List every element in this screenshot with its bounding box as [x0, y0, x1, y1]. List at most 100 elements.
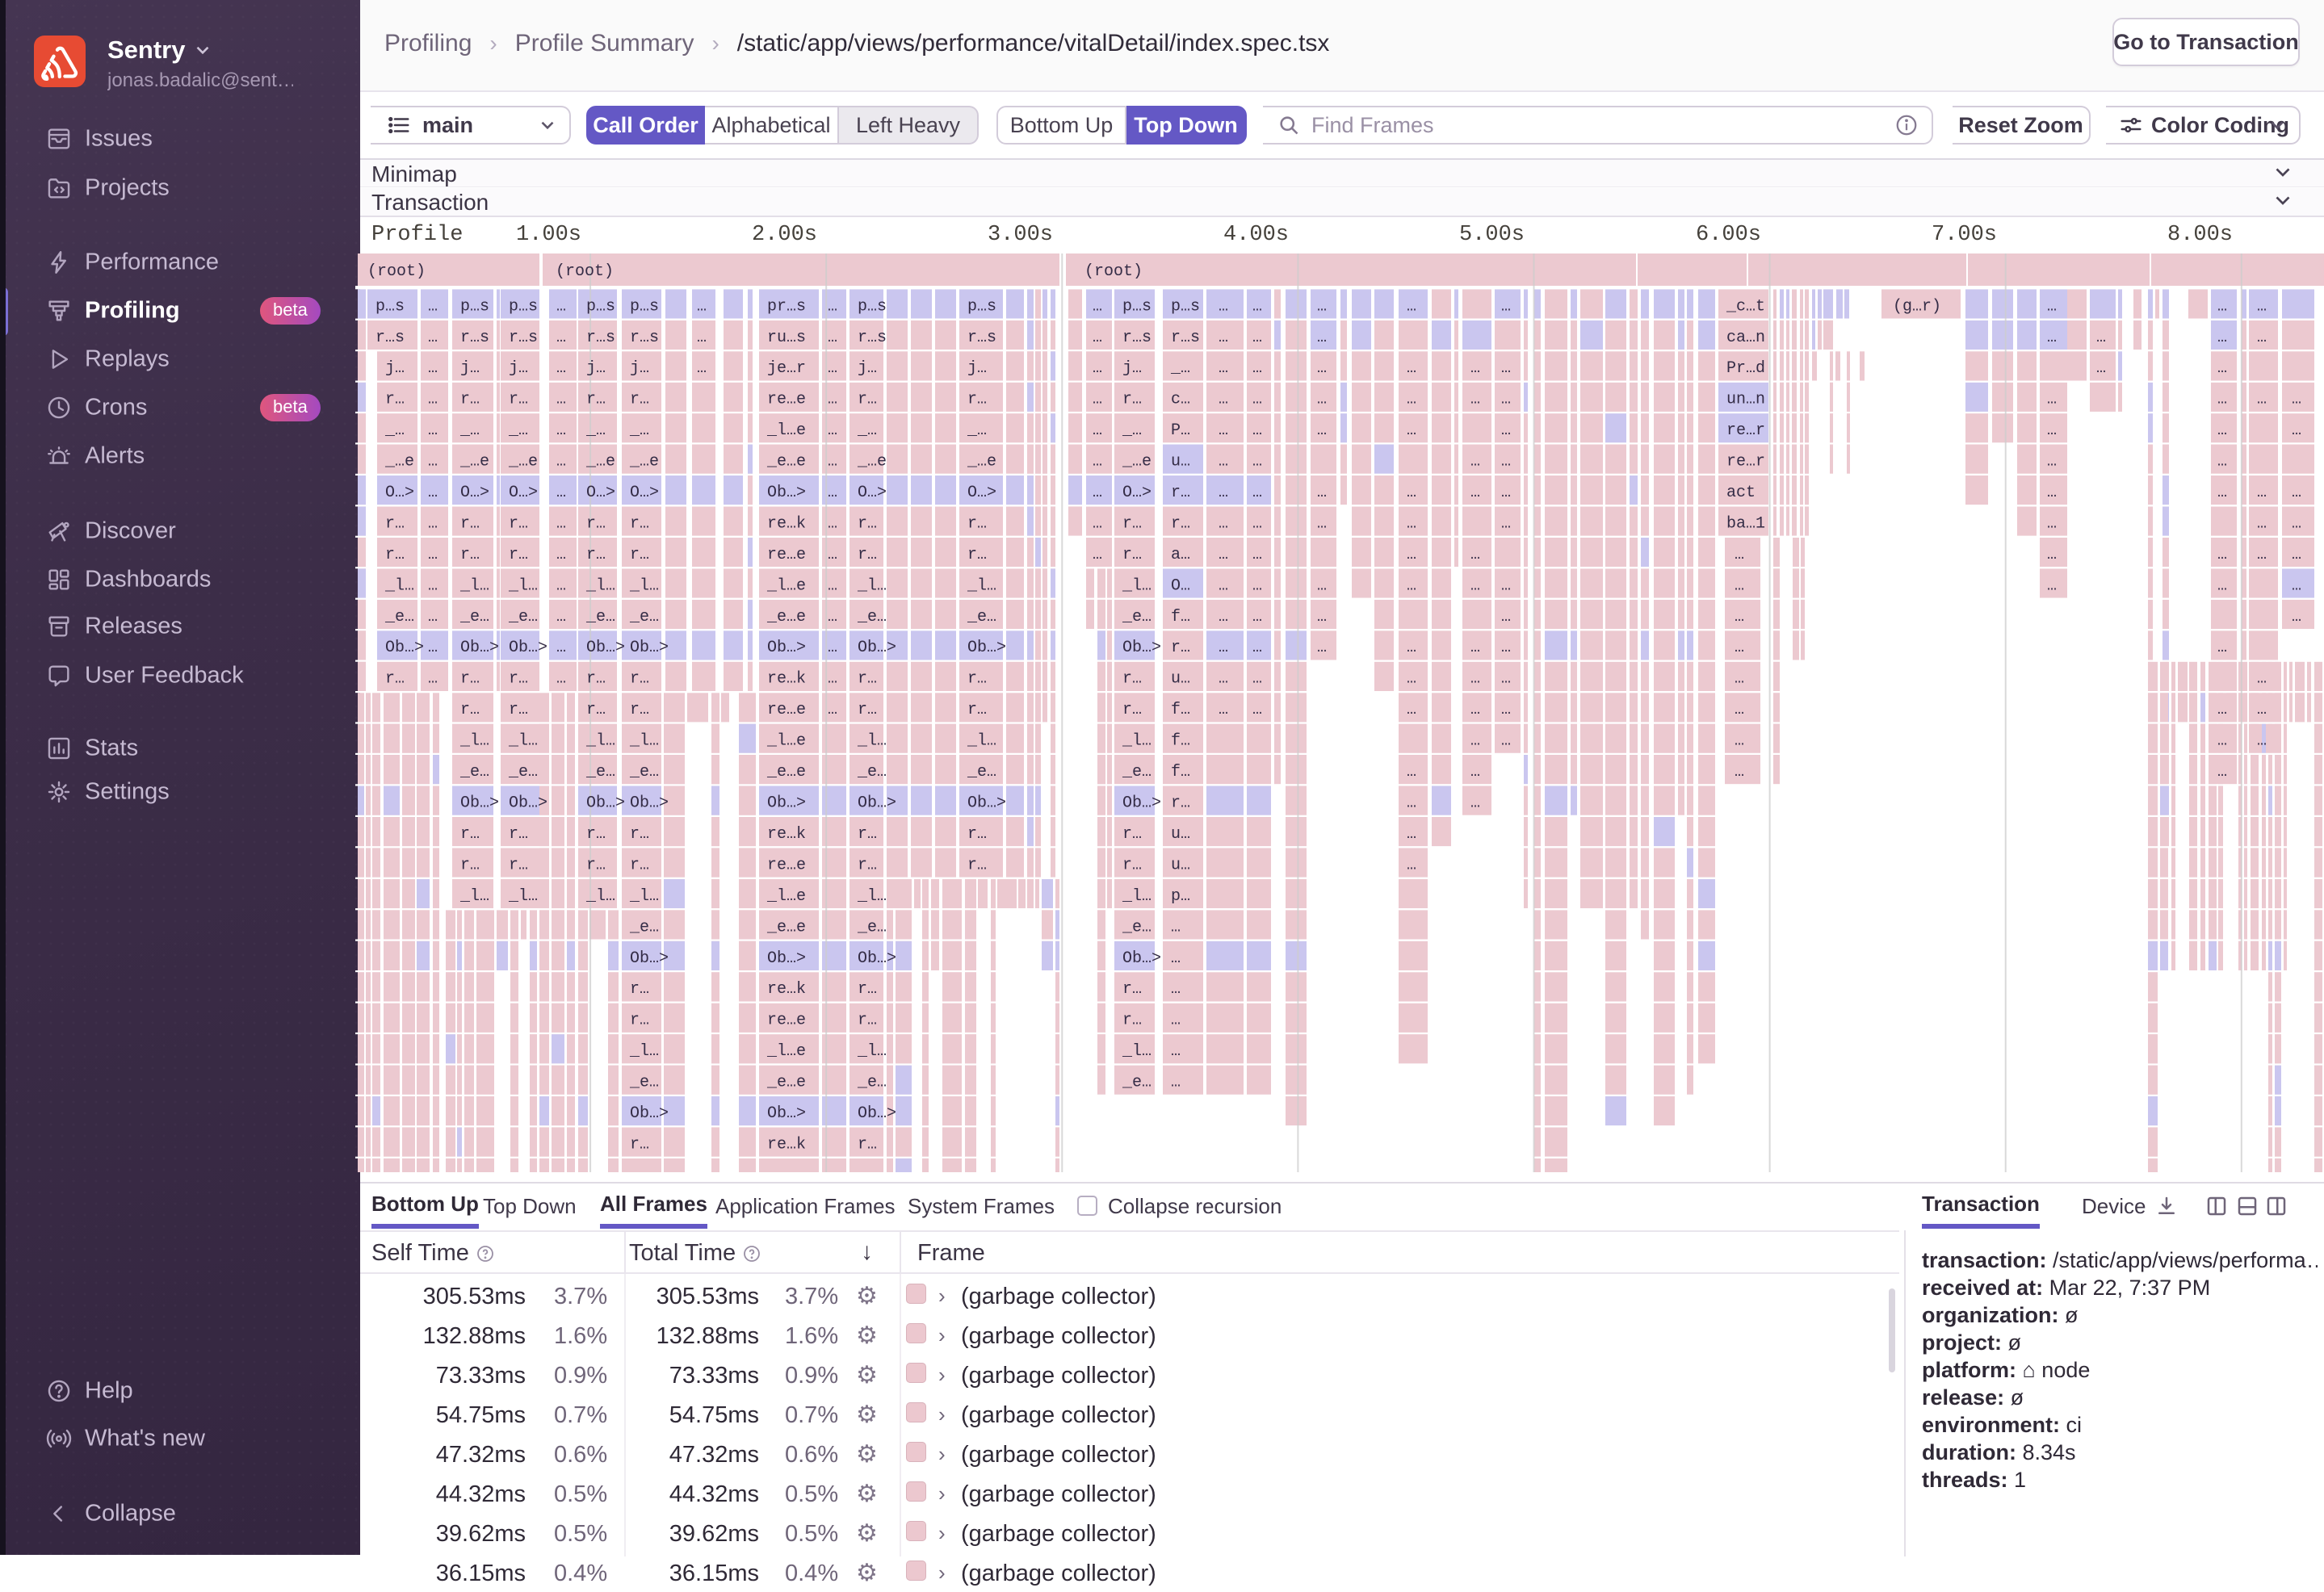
- svg-text:un…n: un…n: [1726, 391, 1765, 409]
- svg-text:…: …: [1470, 670, 1480, 689]
- svg-text:Ob…>: Ob…>: [1122, 639, 1161, 657]
- svg-text:r…: r…: [967, 825, 987, 844]
- svg-text:r…: r…: [858, 1136, 877, 1154]
- svg-text:…: …: [1470, 701, 1480, 719]
- svg-text:Ob…>: Ob…>: [767, 949, 806, 968]
- svg-text:P…: P…: [1171, 421, 1190, 440]
- svg-text:O…>: O…>: [460, 484, 489, 502]
- svg-text:…: …: [1407, 546, 1416, 564]
- svg-text:r…: r…: [630, 856, 649, 874]
- svg-text:_l…: _l…: [459, 732, 489, 751]
- svg-text:_c…t: _c…t: [1726, 297, 1765, 316]
- svg-text:_…e: _…e: [508, 453, 538, 471]
- svg-text:Ob…>: Ob…>: [767, 1104, 806, 1123]
- svg-text:…: …: [828, 576, 837, 595]
- svg-text:…: …: [2257, 732, 2267, 751]
- svg-text:…: …: [2292, 484, 2301, 502]
- svg-text:Ob…>: Ob…>: [967, 794, 1006, 813]
- svg-text:…: …: [428, 546, 438, 564]
- svg-text:re…e: re…e: [767, 546, 806, 564]
- svg-text:r…: r…: [509, 701, 528, 719]
- svg-text:…: …: [1317, 576, 1327, 595]
- svg-text:r…: r…: [586, 546, 606, 564]
- svg-text:…: …: [828, 484, 837, 502]
- svg-text:re…e: re…e: [767, 856, 806, 874]
- svg-text:r…: r…: [967, 546, 987, 564]
- svg-text:…: …: [828, 639, 837, 657]
- svg-text:…: …: [2217, 391, 2227, 409]
- svg-text:r…: r…: [509, 670, 528, 689]
- svg-text:r…: r…: [630, 825, 649, 844]
- svg-text:…: …: [2047, 421, 2057, 440]
- svg-text:…: …: [1093, 391, 1102, 409]
- svg-text:_e…: _e…: [508, 763, 538, 781]
- svg-text:p…s: p…s: [586, 297, 615, 316]
- svg-text:…: …: [1407, 794, 1416, 813]
- svg-text:r…: r…: [509, 825, 528, 844]
- svg-text:…: …: [1093, 329, 1102, 347]
- svg-text:a…: a…: [1171, 546, 1190, 564]
- svg-text:…: …: [1317, 297, 1327, 316]
- svg-text:Ob…>: Ob…>: [509, 639, 547, 657]
- svg-text:r…: r…: [586, 515, 606, 534]
- svg-text:…: …: [2047, 329, 2057, 347]
- svg-text:p…s: p…s: [630, 297, 659, 316]
- svg-text:…: …: [1219, 576, 1228, 595]
- svg-text:…: …: [1093, 421, 1102, 440]
- svg-text:r…: r…: [509, 515, 528, 534]
- svg-text:Ob…>: Ob…>: [858, 949, 896, 968]
- svg-text:Ob…>: Ob…>: [967, 639, 1006, 657]
- svg-text:r…: r…: [967, 515, 987, 534]
- svg-text:…: …: [1317, 484, 1327, 502]
- svg-text:r…: r…: [1122, 701, 1142, 719]
- svg-text:_e…e: _e…e: [766, 1074, 806, 1092]
- svg-text:…: …: [1219, 391, 1228, 409]
- svg-text:…: …: [828, 453, 837, 471]
- svg-text:p…s: p…s: [509, 297, 538, 316]
- svg-text:…: …: [1317, 639, 1327, 657]
- svg-text:u…: u…: [1171, 453, 1190, 471]
- svg-text:Ob…>: Ob…>: [858, 1104, 896, 1123]
- svg-text:r…: r…: [967, 701, 987, 719]
- svg-text:…: …: [428, 453, 438, 471]
- svg-text:…: …: [1252, 453, 1262, 471]
- svg-text:…: …: [428, 391, 438, 409]
- svg-text:_e…: _e…: [629, 608, 659, 626]
- svg-text:r…: r…: [858, 515, 877, 534]
- svg-text:…: …: [1470, 763, 1480, 781]
- svg-text:…: …: [1501, 391, 1511, 409]
- svg-text:r…: r…: [586, 701, 606, 719]
- svg-text:…: …: [556, 515, 566, 534]
- svg-text:re…k: re…k: [767, 1136, 806, 1154]
- svg-text:…: …: [1501, 576, 1511, 595]
- svg-text:_l…e: _l…e: [766, 887, 806, 906]
- svg-text:_…e: _…e: [857, 453, 887, 471]
- svg-text:…: …: [1735, 546, 1744, 564]
- svg-text:…: …: [1219, 639, 1228, 657]
- svg-text:r…: r…: [385, 391, 405, 409]
- svg-text:Ob…>: Ob…>: [460, 639, 499, 657]
- svg-text:re…e: re…e: [767, 1012, 806, 1030]
- svg-text:…: …: [428, 297, 438, 316]
- svg-text:…: …: [1470, 732, 1480, 751]
- svg-text:r…: r…: [858, 856, 877, 874]
- svg-text:_l…: _l…: [1122, 732, 1152, 751]
- svg-text:…: …: [1501, 515, 1511, 534]
- svg-text:…: …: [428, 421, 438, 440]
- svg-text:_l…: _l…: [629, 1042, 659, 1061]
- svg-text:…: …: [2047, 297, 2057, 316]
- svg-text:r…: r…: [630, 980, 649, 999]
- svg-text:O…>: O…>: [509, 484, 538, 502]
- svg-text:…: …: [1219, 608, 1228, 626]
- svg-text:_l…: _l…: [459, 887, 489, 906]
- svg-text:…: …: [2292, 546, 2301, 564]
- svg-text:re…e: re…e: [767, 701, 806, 719]
- svg-text:…: …: [1219, 421, 1228, 440]
- svg-text:…: …: [2292, 391, 2301, 409]
- svg-text:r…: r…: [967, 856, 987, 874]
- svg-text:…: …: [1317, 515, 1327, 534]
- svg-text:…: …: [428, 484, 438, 502]
- svg-text:r…: r…: [630, 546, 649, 564]
- svg-text:…: …: [1252, 546, 1262, 564]
- svg-text:c…: c…: [1171, 391, 1190, 409]
